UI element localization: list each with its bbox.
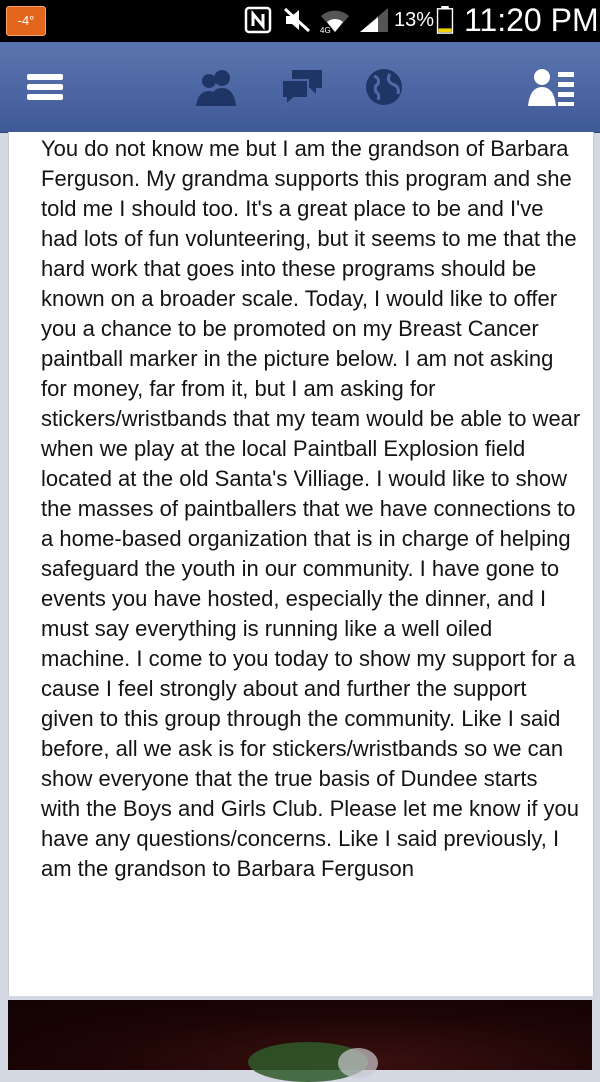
post-body-text: You do not know me but I am the grandson… <box>41 136 581 881</box>
temperature-notification[interactable]: -4° <box>6 6 46 36</box>
wifi-icon: 4G <box>320 10 349 34</box>
signal-icon <box>360 8 388 32</box>
nfc-icon <box>244 6 272 34</box>
svg-text:4G: 4G <box>320 26 331 34</box>
messages-icon[interactable] <box>278 66 326 108</box>
photo-detail <box>338 1048 378 1078</box>
post-photo[interactable] <box>8 1000 592 1082</box>
menu-icon[interactable] <box>24 66 66 108</box>
post-card: You do not know me but I am the grandson… <box>8 132 594 996</box>
mute-icon <box>283 7 311 33</box>
status-bar: -4° 4G 13% 11:20 PM <box>0 0 600 42</box>
top-navigation-bar <box>0 42 600 133</box>
clock: 11:20 PM <box>464 2 599 38</box>
battery-icon <box>436 6 454 34</box>
notifications-globe-icon[interactable] <box>362 66 410 108</box>
friend-requests-icon[interactable] <box>192 66 240 108</box>
battery-percent: 13% <box>394 9 435 31</box>
online-friends-icon[interactable] <box>528 66 576 108</box>
